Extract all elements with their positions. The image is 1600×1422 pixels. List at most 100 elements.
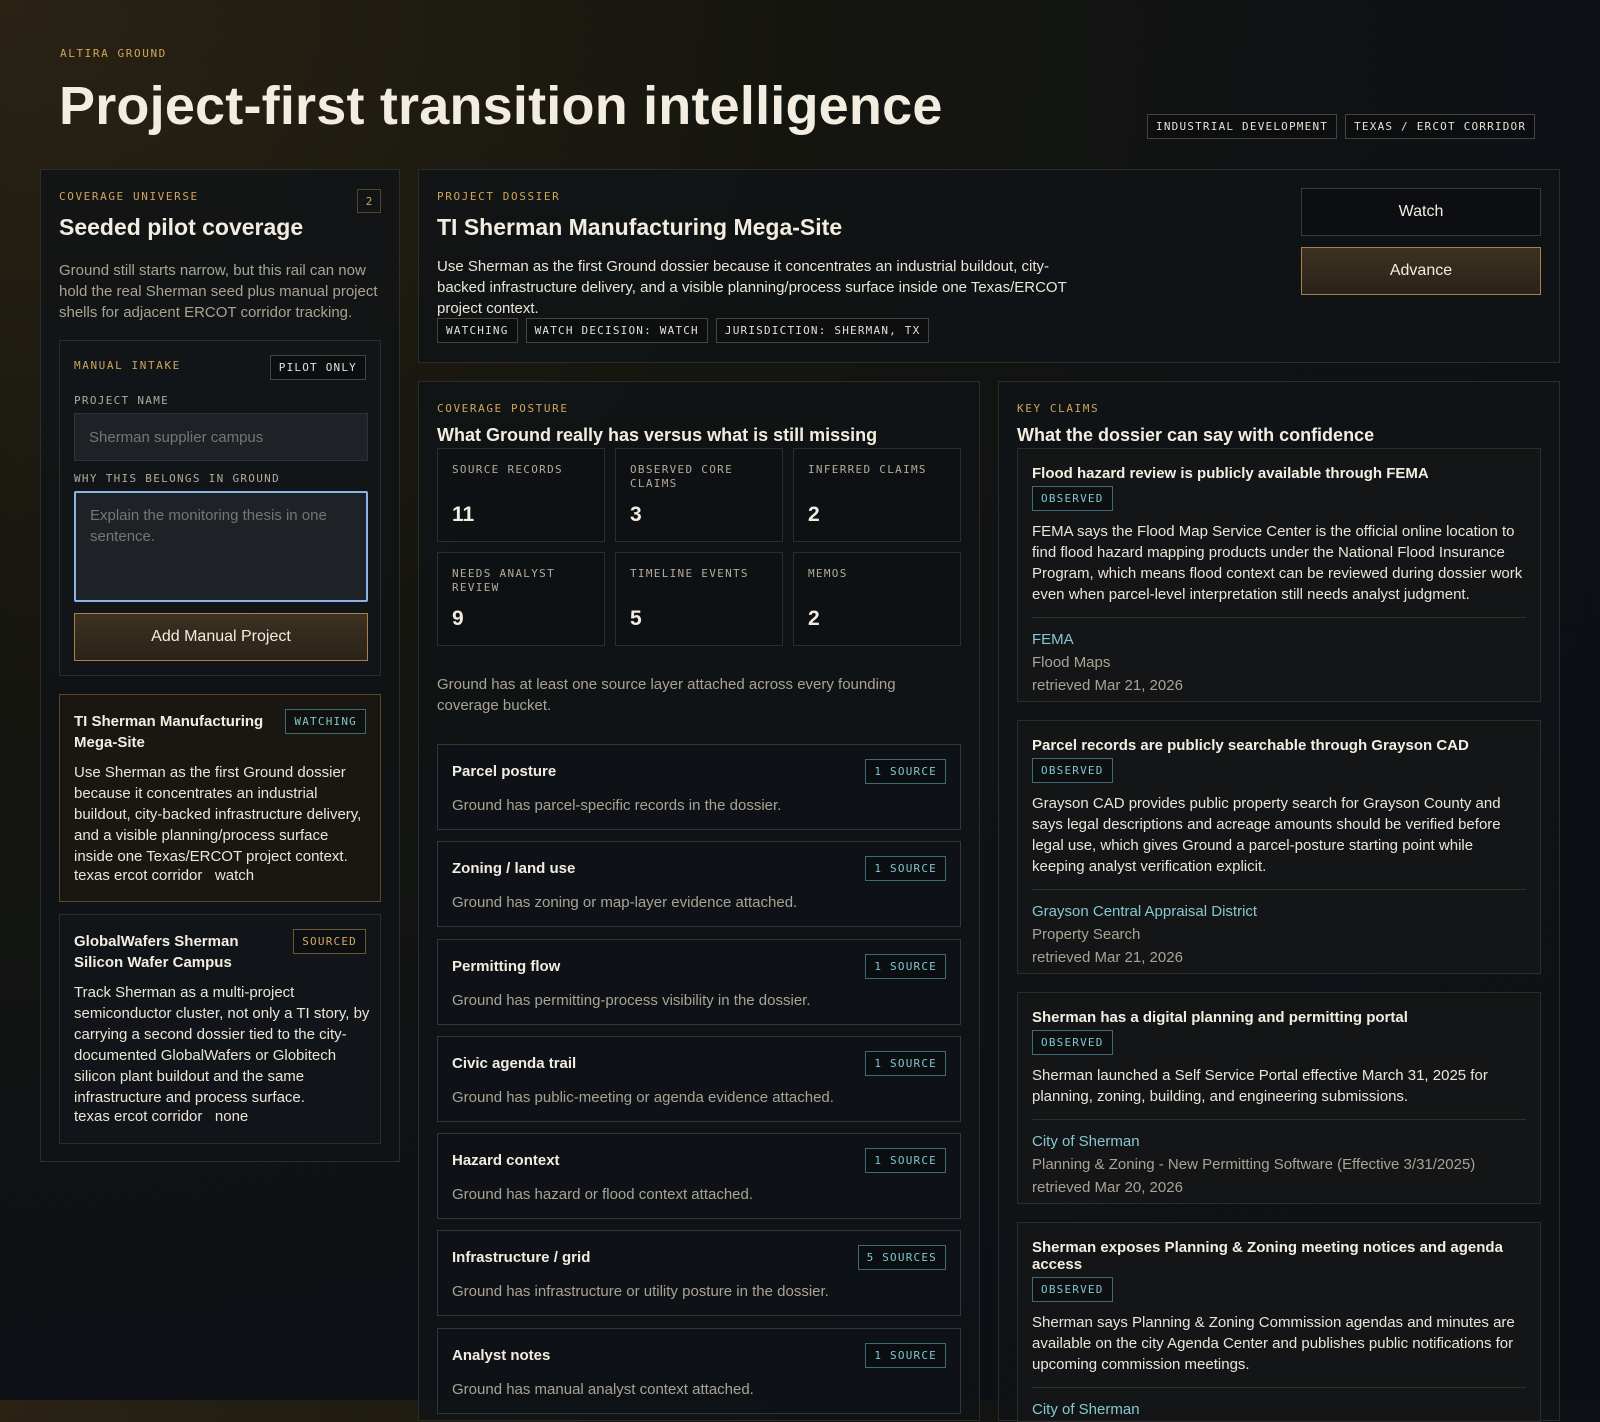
watch-button[interactable]: Watch (1301, 188, 1541, 236)
posture-title: What Ground really has versus what is st… (437, 425, 878, 445)
claim-title: Sherman has a digital planning and permi… (1032, 1009, 1408, 1026)
claim-status-badge: OBSERVED (1032, 758, 1113, 783)
project-card-ti-sherman[interactable]: TI Sherman Manufacturing Mega-Site WATCH… (59, 694, 381, 902)
claim-source-doc: Planning & Zoning - New Permitting Softw… (1032, 1156, 1476, 1173)
project-corridor: texas ercot corridor (74, 1108, 203, 1125)
label-bt: Civic agenda trail (452, 1055, 577, 1072)
bucket-infrastructure-grid: Infrastructure / grid Ground has infrastr… (437, 1230, 961, 1316)
label-text (1032, 889, 1526, 890)
label-bt: Zoning / land use (452, 860, 576, 877)
tag-watch-decision: WATCH DECISION: WATCH (525, 318, 708, 343)
project-decision: none (214, 1108, 249, 1125)
coverage-title: Seeded pilot coverage (59, 214, 304, 240)
claim-retrieved: retrieved Mar 21, 2026 (1032, 677, 1183, 694)
label-text (1032, 617, 1526, 618)
bucket-civic-agenda-trail: Civic agenda trail Ground has public-meet… (437, 1036, 961, 1122)
claim-card-grayson-cad: Parcel records are publicly searchable t… (1017, 720, 1541, 974)
project-card-globalwafers[interactable]: GlobalWafers Sherman Silicon Wafer Campu… (59, 914, 381, 1144)
coverage-panel: COVERAGE UNIVERSE 2 Seeded pilot coverag… (40, 169, 400, 1162)
claim-card-permitting-portal: Sherman has a digital planning and permi… (1017, 992, 1541, 1204)
posture-panel: COVERAGE POSTURE What Ground really has … (418, 381, 980, 1421)
project-card-meta: texas ercot corridor watch (74, 867, 254, 884)
claim-source-doc: Flood Maps (1032, 654, 1111, 671)
label-val: 11 (452, 503, 475, 526)
bucket-permitting-flow: Permitting flow Ground has permitting-pro… (437, 939, 961, 1025)
posture-summary: Ground has at least one source layer att… (437, 676, 896, 714)
dossier-eyebrow: PROJECT DOSSIER (437, 190, 561, 203)
label-lab: SOURCE RECORDS (452, 463, 563, 476)
claim-status-badge: OBSERVED (1032, 1277, 1113, 1302)
label-bd: Ground has hazard or flood context attac… (452, 1186, 754, 1203)
project-card-description: Use Sherman as the first Ground dossier … (74, 764, 362, 865)
project-name-input[interactable] (74, 413, 368, 461)
label-val: 9 (452, 607, 464, 630)
pilot-only-badge: PILOT ONLY (269, 355, 366, 380)
claim-status-badge: OBSERVED (1032, 486, 1113, 511)
claim-title: Sherman exposes Planning & Zoning meetin… (1032, 1239, 1503, 1273)
claim-status-badge: OBSERVED (1032, 1030, 1113, 1055)
label-bt: Hazard context (452, 1152, 560, 1169)
label-lab: MEMOS (808, 567, 848, 580)
label-lab: OBSERVED CORE CLAIMS (630, 463, 733, 490)
brand-eyebrow: ALTIRA GROUND (60, 47, 167, 60)
label-lab: NEEDS ANALYST REVIEW (452, 567, 555, 594)
label-val: 2 (808, 607, 820, 630)
dossier-tags: WATCHING WATCH DECISION: WATCH JURISDICT… (437, 318, 930, 343)
label-val: 2 (808, 503, 820, 526)
project-status-badge: SOURCED (293, 929, 366, 954)
stat-source-records: SOURCE RECORDS 11 (437, 448, 605, 542)
label-val: 3 (630, 503, 642, 526)
label-bd: Ground has manual analyst context attach… (452, 1381, 754, 1398)
source-count-badge: 5 SOURCES (857, 1245, 946, 1270)
label-lab: TIMELINE EVENTS (630, 567, 749, 580)
project-status-badge: WATCHING (285, 709, 366, 734)
project-card-title: TI Sherman Manufacturing Mega-Site (74, 713, 264, 751)
project-card-description: Track Sherman as a multi-project semicon… (74, 984, 370, 1106)
coverage-eyebrow: COVERAGE UNIVERSE (59, 190, 199, 203)
project-name-label: PROJECT NAME (74, 394, 170, 407)
dossier-description: Use Sherman as the first Ground dossier … (437, 258, 1067, 317)
claim-card-agenda-access: Sherman exposes Planning & Zoning meetin… (1017, 1222, 1541, 1422)
why-label: WHY THIS BELONGS IN GROUND (74, 472, 280, 485)
label-bt: Permitting flow (452, 958, 561, 975)
tag-watching: WATCHING (437, 318, 518, 343)
label-text (1032, 1119, 1526, 1120)
why-textarea[interactable] (74, 491, 368, 602)
label-lab: INFERRED CLAIMS (808, 463, 927, 476)
page-title: Project-first transition intelligence (59, 76, 943, 136)
claim-body: FEMA says the Flood Map Service Center i… (1032, 523, 1523, 603)
claim-title: Flood hazard review is publicly availabl… (1032, 465, 1429, 482)
label-bt: Analyst notes (452, 1347, 551, 1364)
dossier-panel: PROJECT DOSSIER TI Sherman Manufacturing… (418, 169, 1560, 363)
source-count-badge: 1 SOURCE (865, 1051, 946, 1076)
label-bd: Ground has parcel-specific records in th… (452, 797, 782, 814)
project-card-title: GlobalWafers Sherman Silicon Wafer Campu… (74, 933, 239, 971)
advance-button[interactable]: Advance (1301, 247, 1541, 295)
claim-source-link[interactable]: FEMA (1032, 628, 1526, 651)
tag-corridor: TEXAS / ERCOT CORRIDOR (1345, 114, 1536, 139)
manual-intake-card: MANUAL INTAKE PILOT ONLY PROJECT NAME WH… (59, 340, 381, 676)
label-bd: Ground has permitting-process visibility… (452, 992, 811, 1009)
coverage-description: Ground still starts narrow, but this rai… (59, 262, 378, 321)
label-bt: Parcel posture (452, 763, 557, 780)
project-card-meta: texas ercot corridor none (74, 1108, 248, 1125)
claims-panel: KEY CLAIMS What the dossier can say with… (998, 381, 1560, 1422)
label-bd: Ground has public-meeting or agenda evid… (452, 1089, 834, 1106)
manual-intake-eyebrow: MANUAL INTAKE (74, 359, 181, 372)
claim-retrieved: retrieved Mar 20, 2026 (1032, 1179, 1183, 1196)
claim-source-link[interactable]: City of Sherman (1032, 1130, 1526, 1153)
tag-jurisdiction: JURISDICTION: SHERMAN, TX (715, 318, 930, 343)
claims-eyebrow: KEY CLAIMS (1017, 402, 1100, 415)
label-bt: Infrastructure / grid (452, 1249, 591, 1266)
add-manual-project-button[interactable]: Add Manual Project (74, 613, 368, 661)
dossier-title: TI Sherman Manufacturing Mega-Site (437, 214, 843, 240)
claim-title: Parcel records are publicly searchable t… (1032, 737, 1469, 754)
claim-source-link[interactable]: City of Sherman (1032, 1398, 1526, 1421)
stat-needs-analyst-review: NEEDS ANALYST REVIEW 9 (437, 552, 605, 646)
claim-source-doc: Property Search (1032, 926, 1141, 943)
claim-body: Sherman says Planning & Zoning Commissio… (1032, 1314, 1515, 1373)
claim-source-link[interactable]: Grayson Central Appraisal District (1032, 900, 1526, 923)
label-bd: Ground has zoning or map-layer evidence … (452, 894, 798, 911)
bucket-analyst-notes: Analyst notes Ground has manual analyst c… (437, 1328, 961, 1414)
claim-card-fema: Flood hazard review is publicly availabl… (1017, 448, 1541, 702)
